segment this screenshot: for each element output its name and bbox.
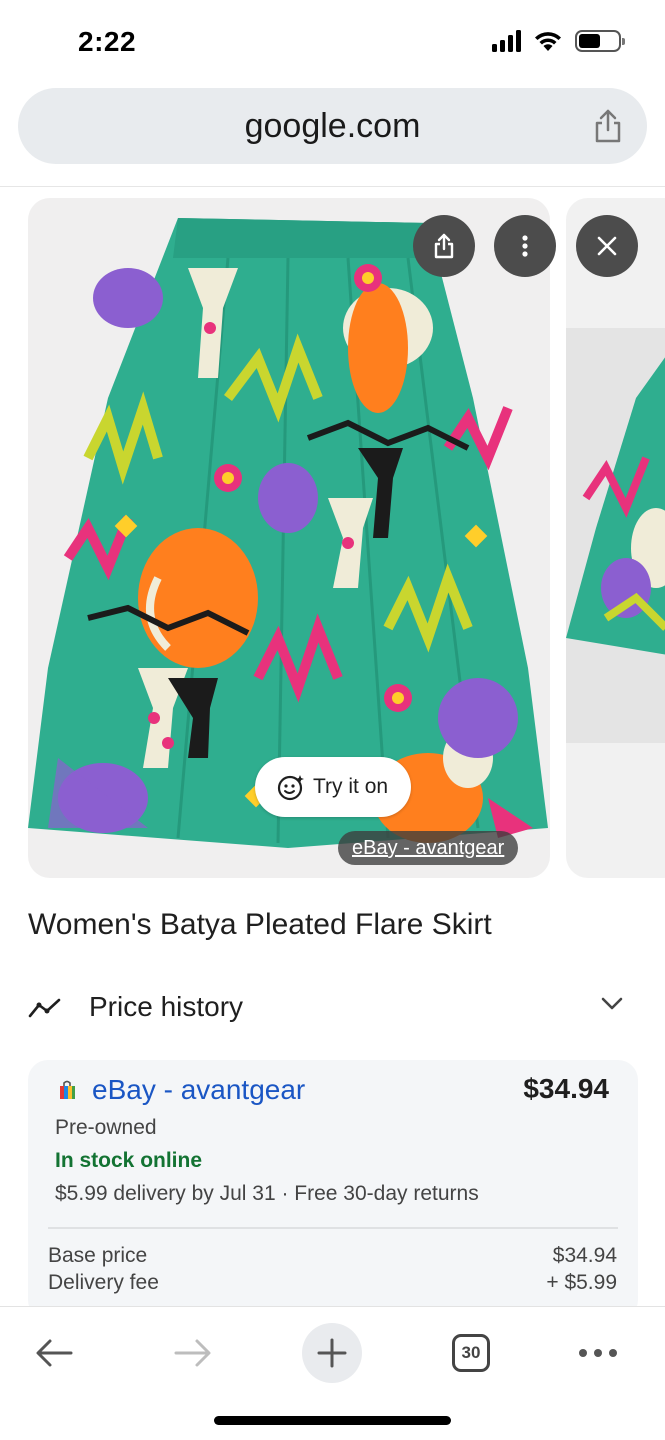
delivery-fee-value: + $5.99 xyxy=(546,1271,617,1294)
forward-arrow-icon xyxy=(174,1339,211,1367)
forward-button[interactable] xyxy=(163,1323,223,1383)
more-horiz-icon xyxy=(579,1349,617,1357)
back-button[interactable] xyxy=(24,1323,84,1383)
base-price-value: $34.94 xyxy=(552,1244,617,1267)
more-vert-icon xyxy=(522,235,528,257)
base-price-label: Base price xyxy=(48,1244,148,1267)
delivery-info: $5.99 delivery by Jul 31 · Free 30-day r… xyxy=(55,1182,479,1205)
status-bar: 2:22 xyxy=(0,0,665,88)
shopping-bag-icon xyxy=(60,1080,75,1099)
stock-status: In stock online xyxy=(55,1149,203,1172)
next-product-image[interactable] xyxy=(566,198,665,878)
price-history-label: Price history xyxy=(89,991,244,1022)
header-divider xyxy=(0,186,665,187)
cellular-signal-icon xyxy=(492,30,521,52)
price-history-toggle[interactable]: Price history xyxy=(28,982,638,1034)
product-title: Women's Batya Pleated Flare Skirt xyxy=(28,908,492,941)
try-on-face-icon xyxy=(277,775,304,801)
home-indicator xyxy=(214,1416,451,1425)
close-button[interactable] xyxy=(576,215,638,277)
back-arrow-icon xyxy=(36,1339,73,1367)
wifi-icon xyxy=(535,32,561,51)
close-icon xyxy=(597,236,617,256)
offer-price: $34.94 xyxy=(523,1073,609,1104)
seller-link[interactable]: eBay - avantgear xyxy=(92,1074,305,1106)
address-bar[interactable]: google.com xyxy=(18,88,647,164)
status-time: 2:22 xyxy=(78,26,137,57)
try-it-on-button[interactable]: Try it on xyxy=(255,757,411,817)
more-options-button[interactable] xyxy=(494,215,556,277)
offer-condition: Pre-owned xyxy=(55,1116,157,1139)
share-icon xyxy=(434,233,454,259)
price-trend-icon xyxy=(28,998,61,1018)
plus-icon xyxy=(317,1338,347,1368)
url-text[interactable]: google.com xyxy=(18,107,647,146)
share-image-button[interactable] xyxy=(413,215,475,277)
status-icons xyxy=(492,30,625,52)
tabs-button[interactable]: 30 xyxy=(441,1323,501,1383)
next-skirt-photo xyxy=(566,328,665,743)
menu-button[interactable] xyxy=(568,1323,628,1383)
new-tab-button[interactable] xyxy=(302,1323,362,1383)
try-it-on-label: Try it on xyxy=(313,775,389,798)
image-source-link[interactable]: eBay - avantgear xyxy=(338,831,519,865)
tabs-icon: 30 xyxy=(452,1334,490,1372)
battery-icon xyxy=(575,30,625,52)
offer-divider xyxy=(48,1227,618,1229)
delivery-fee-label: Delivery fee xyxy=(48,1271,159,1294)
chevron-down-icon xyxy=(601,997,623,1010)
share-icon[interactable] xyxy=(591,108,625,144)
